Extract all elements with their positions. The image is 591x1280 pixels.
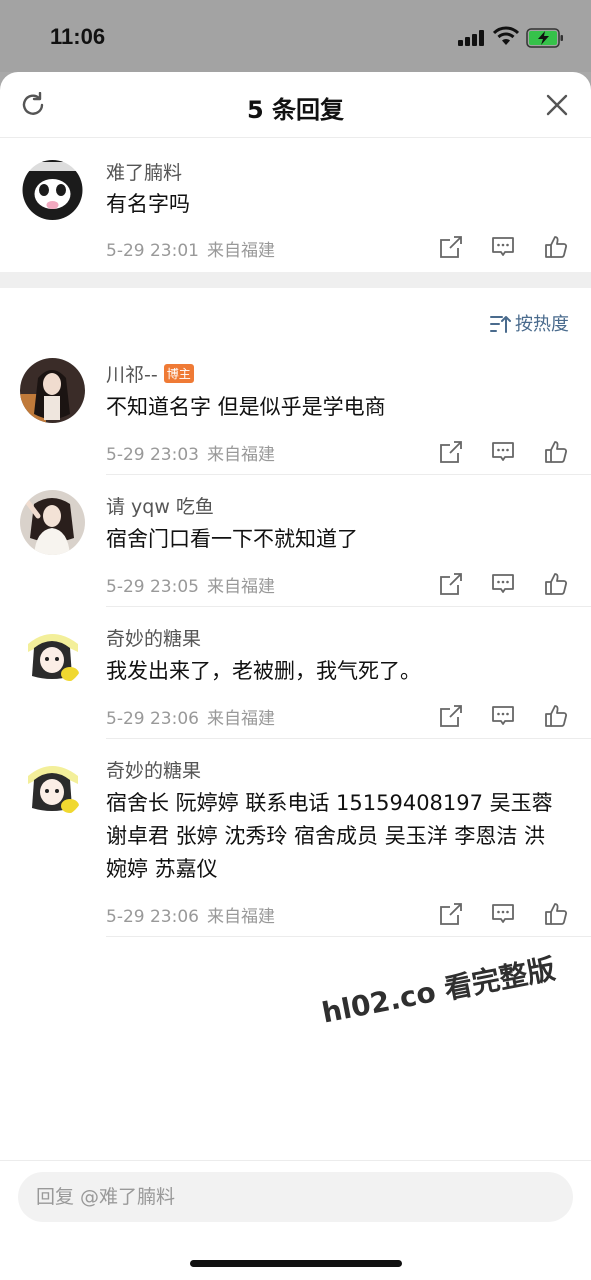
sheet-title: 5 条回复 xyxy=(246,96,345,124)
comment-location: 来自福建 xyxy=(206,577,275,597)
username[interactable]: 奇妙的糖果 xyxy=(106,624,201,651)
battery-charging-icon xyxy=(526,28,563,48)
section-divider xyxy=(0,272,591,288)
avatar[interactable] xyxy=(20,490,85,555)
username[interactable]: 请 yqw 吃鱼 xyxy=(106,492,214,519)
comment-icon[interactable] xyxy=(490,571,516,597)
divider xyxy=(106,738,591,739)
username[interactable]: 难了腩料 xyxy=(106,158,182,185)
sort-by-popularity-button[interactable]: 按热度 xyxy=(489,310,569,336)
comment-text: 宿舍门口看一下不就知道了 xyxy=(106,527,358,551)
wifi-icon xyxy=(493,26,519,45)
comment-icon[interactable] xyxy=(490,439,516,465)
comment-meta: 5-29 23:06 来自福建 xyxy=(106,704,275,729)
share-icon[interactable] xyxy=(438,571,464,597)
divider xyxy=(106,606,591,607)
sheet-header: 5 条回复 xyxy=(0,72,591,138)
comment-meta: 5-29 23:06 来自福建 xyxy=(106,902,275,927)
like-icon[interactable] xyxy=(543,703,569,729)
comment-date: 5-29 23:06 xyxy=(106,709,199,729)
share-icon[interactable] xyxy=(438,703,464,729)
status-bar: 11:06 xyxy=(0,0,591,72)
comment-meta: 5-29 23:03 来自福建 xyxy=(106,440,275,465)
like-icon[interactable] xyxy=(543,439,569,465)
close-icon[interactable] xyxy=(544,92,570,118)
reply-item: 奇妙的糖果 我发出来了，老被删，我气死了。 5-29 23:06 来自福建 xyxy=(0,618,591,738)
comment-location: 来自福建 xyxy=(206,709,275,729)
divider xyxy=(106,474,591,475)
reply-input[interactable] xyxy=(18,1172,573,1222)
like-icon[interactable] xyxy=(543,901,569,927)
avatar[interactable] xyxy=(20,358,85,423)
share-icon[interactable] xyxy=(438,901,464,927)
comment-icon[interactable] xyxy=(490,901,516,927)
avatar[interactable] xyxy=(20,156,85,221)
comment-meta: 5-29 23:01 来自福建 xyxy=(106,236,275,261)
comment-date: 5-29 23:06 xyxy=(106,907,199,927)
comment-meta: 5-29 23:05 来自福建 xyxy=(106,572,275,597)
sort-icon xyxy=(490,316,511,333)
comment-icon[interactable] xyxy=(490,234,516,260)
comment-text: 有名字吗 xyxy=(106,192,190,216)
avatar[interactable] xyxy=(20,622,85,687)
parent-comment: 难了腩料 有名字吗 5-29 23:01 来自福建 xyxy=(0,152,591,262)
author-badge: 博主 xyxy=(163,364,194,383)
watermark: hl02.co 看完整版 xyxy=(319,952,558,1030)
comment-date: 5-29 23:03 xyxy=(106,445,199,465)
comment-icon[interactable] xyxy=(490,703,516,729)
comment-date: 5-29 23:01 xyxy=(106,241,199,261)
comment-location: 来自福建 xyxy=(206,445,275,465)
comment-location: 来自福建 xyxy=(206,241,275,261)
sort-label: 按热度 xyxy=(515,314,569,335)
divider xyxy=(0,1160,591,1161)
reply-item: 奇妙的糖果 宿舍长 阮婷婷 联系电话 15159408197 吴玉蓉 谢卓君 张… xyxy=(0,750,591,936)
reply-item: 请 yqw 吃鱼 宿舍门口看一下不就知道了 5-29 23:05 来自福建 xyxy=(0,486,591,606)
avatar[interactable] xyxy=(20,754,85,819)
divider xyxy=(106,936,591,937)
username[interactable]: 川祁-- 博主 xyxy=(106,360,194,387)
comment-date: 5-29 23:05 xyxy=(106,577,199,597)
comment-text: 我发出来了，老被删，我气死了。 xyxy=(106,659,421,683)
cellular-signal-icon xyxy=(458,30,486,46)
reply-item: 川祁-- 博主 不知道名字 但是似乎是学电商 5-29 23:03 来自福建 xyxy=(0,354,591,474)
username[interactable]: 奇妙的糖果 xyxy=(106,756,201,783)
home-indicator xyxy=(190,1260,402,1267)
status-time: 11:06 xyxy=(50,24,106,49)
username-text: 川祁-- xyxy=(106,364,158,386)
comment-text: 不知道名字 但是似乎是学电商 xyxy=(106,395,386,419)
like-icon[interactable] xyxy=(543,571,569,597)
replies-sheet: 5 条回复 难了腩料 有名字吗 5-29 23:01 来自福建 按热度 川祁--… xyxy=(0,72,591,1280)
share-icon[interactable] xyxy=(438,439,464,465)
comment-location: 来自福建 xyxy=(206,907,275,927)
comment-text: 宿舍长 阮婷婷 联系电话 15159408197 吴玉蓉 谢卓君 张婷 沈秀玲 … xyxy=(106,791,553,881)
like-icon[interactable] xyxy=(543,234,569,260)
share-icon[interactable] xyxy=(438,234,464,260)
